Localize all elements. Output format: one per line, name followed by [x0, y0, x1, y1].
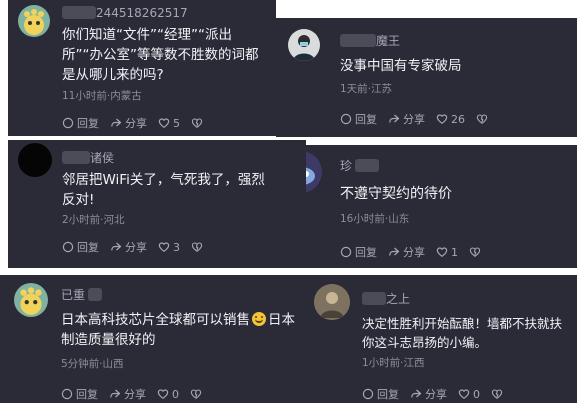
like-button[interactable]: 3 — [158, 241, 180, 254]
like-button[interactable]: 1 — [436, 246, 458, 259]
comment-actions: 回复 分享 5 — [62, 115, 217, 131]
comment-card: 珍 不遵守契约的待价 16小时前·山东 回复 分享 1 — [306, 145, 577, 268]
dislike-icon — [191, 117, 203, 129]
reply-button[interactable]: 回复 — [362, 386, 399, 402]
reply-icon — [62, 241, 74, 253]
comment-meta: 16小时前·山东 — [340, 213, 410, 225]
redacted-name — [62, 6, 96, 19]
comment-meta: 1小时前·江西 — [362, 357, 425, 369]
reply-button[interactable]: 回复 — [62, 239, 99, 255]
dislike-button[interactable] — [191, 241, 206, 253]
dislike-button[interactable] — [469, 246, 484, 258]
share-button[interactable]: 分享 — [109, 386, 146, 402]
share-icon — [410, 388, 422, 400]
username[interactable]: 诸侯 — [62, 149, 114, 166]
dislike-icon — [491, 388, 503, 400]
dislike-icon — [190, 388, 202, 400]
like-icon — [157, 388, 169, 400]
comment-text: 邻居把WiFi关了，气死我了，强烈反对! — [62, 172, 265, 208]
dislike-button[interactable] — [491, 388, 506, 400]
share-icon — [109, 388, 121, 400]
comment-text: 没事中国有专家破局 — [340, 58, 462, 74]
user-avatar[interactable] — [18, 5, 50, 37]
username[interactable]: 之上 — [362, 290, 410, 307]
user-avatar[interactable] — [288, 29, 320, 61]
redacted-name — [88, 288, 103, 301]
share-icon — [388, 113, 400, 125]
dislike-button[interactable] — [476, 113, 491, 125]
dislike-icon — [191, 241, 203, 253]
dislike-button[interactable] — [191, 117, 206, 129]
comment-card: 诸侯 邻居把WiFi关了，气死我了，强烈反对! 2小时前·河北 回复 分享 3 — [8, 140, 306, 268]
username[interactable]: 已重 — [61, 286, 103, 303]
reply-button[interactable]: 回复 — [340, 244, 377, 260]
user-avatar[interactable] — [18, 143, 52, 177]
username[interactable]: 244518262517 — [62, 6, 188, 20]
user-avatar[interactable] — [314, 284, 350, 320]
share-button[interactable]: 分享 — [410, 386, 447, 402]
comment-meta: 5分钟前·山西 — [61, 358, 124, 370]
comment-card: 244518262517 你们知道“文件”“经理”“派出所”“办公室”等等数不胜… — [8, 0, 276, 136]
reply-icon — [340, 246, 352, 258]
reply-button[interactable]: 回复 — [61, 386, 98, 402]
like-icon — [436, 246, 448, 258]
user-avatar[interactable] — [14, 283, 48, 317]
redacted-name — [362, 292, 386, 305]
comment-card: 魔王 没事中国有专家破局 1天前·江苏 回复 分享 26 — [276, 18, 577, 137]
like-button[interactable]: 0 — [458, 388, 480, 401]
comment-meta: 1天前·江苏 — [340, 83, 393, 95]
username[interactable]: 魔王 — [340, 32, 400, 49]
reply-icon — [62, 117, 74, 129]
comment-card: 之上 决定性胜利开始酝酿！墙都不扶就扶你这斗志昂扬的小编。 1小时前·江西 回复… — [306, 275, 577, 403]
reply-icon — [362, 388, 374, 400]
user-avatar[interactable] — [306, 151, 322, 193]
like-icon — [158, 117, 170, 129]
share-button[interactable]: 分享 — [110, 115, 147, 131]
dislike-button[interactable] — [190, 388, 205, 400]
reply-icon — [340, 113, 352, 125]
comment-meta: 2小时前·河北 — [62, 214, 125, 226]
username[interactable]: 珍 — [340, 157, 380, 174]
like-icon — [436, 113, 448, 125]
share-button[interactable]: 分享 — [388, 244, 425, 260]
redacted-name — [340, 34, 376, 47]
comment-actions: 回复 分享 0 — [61, 386, 216, 402]
dislike-icon — [476, 113, 488, 125]
reply-icon — [61, 388, 73, 400]
share-button[interactable]: 分享 — [110, 239, 147, 255]
comment-actions: 回复 分享 0 — [362, 386, 517, 402]
reply-button[interactable]: 回复 — [62, 115, 99, 131]
comment-text: 决定性胜利开始酝酿！墙都不扶就扶你这斗志昂扬的小编。 — [362, 316, 563, 350]
redacted-name — [355, 159, 380, 172]
comment-actions: 回复 分享 26 — [340, 111, 502, 127]
like-button[interactable]: 26 — [436, 113, 465, 126]
comment-text: 你们知道“文件”“经理”“派出所”“办公室”等等数不胜数的词都是从哪儿来的吗? — [62, 27, 259, 83]
like-icon — [158, 241, 170, 253]
comment-card: 已重 日本高科技芯片全球都可以销售 日本制造质量很好的 5分钟前·山西 回复 分享… — [0, 275, 306, 403]
like-button[interactable]: 0 — [157, 388, 179, 401]
comment-text: 日本高科技芯片全球都可以销售 日本制造质量很好的 — [61, 312, 295, 348]
comment-text: 不遵守契约的待价 — [340, 186, 452, 202]
grin-emoji-icon — [252, 312, 266, 326]
share-icon — [110, 241, 122, 253]
comment-meta: 11小时前·内蒙古 — [62, 90, 142, 102]
dislike-icon — [469, 246, 481, 258]
share-icon — [110, 117, 122, 129]
share-button[interactable]: 分享 — [388, 111, 425, 127]
comment-actions: 回复 分享 3 — [62, 239, 217, 255]
comment-actions: 回复 分享 1 — [340, 244, 495, 260]
share-icon — [388, 246, 400, 258]
reply-button[interactable]: 回复 — [340, 111, 377, 127]
redacted-name — [62, 151, 90, 164]
like-button[interactable]: 5 — [158, 117, 180, 130]
like-icon — [458, 388, 470, 400]
